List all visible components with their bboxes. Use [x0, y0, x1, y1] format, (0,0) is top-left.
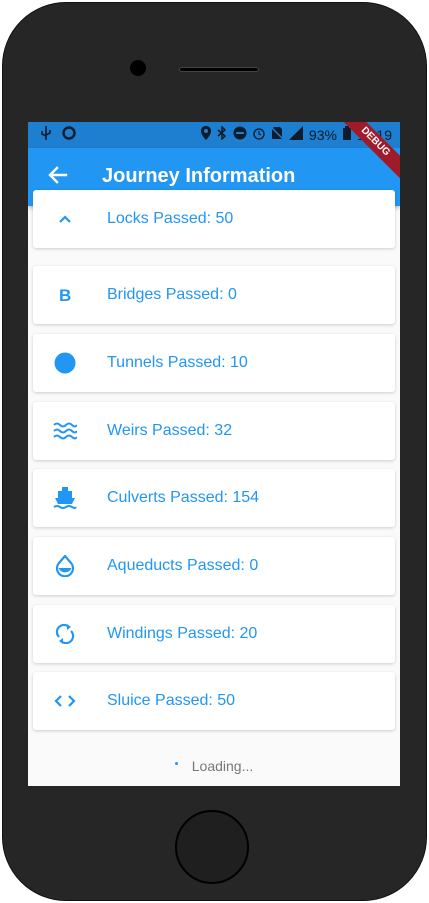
list-item-label: Culverts Passed: 154: [107, 489, 260, 506]
list-item-sluice[interactable]: Sluice Passed: 50: [33, 672, 395, 730]
no-sim-icon: [270, 126, 284, 143]
do-not-disturb-icon: [233, 126, 247, 143]
camera: [130, 60, 146, 76]
list-item-weirs[interactable]: Weirs Passed: 32: [33, 402, 395, 460]
status-bar: 93% 10:19: [28, 122, 400, 148]
list-item-bridges[interactable]: B Bridges Passed: 0: [33, 266, 395, 324]
screen: 93% 10:19 DEBUG Journey Information Lock…: [28, 122, 400, 786]
list-item-label: Weirs Passed: 32: [107, 422, 233, 439]
svg-text:B: B: [59, 286, 71, 304]
waves-icon: [53, 419, 77, 443]
list-item-culverts[interactable]: Culverts Passed: 154: [33, 469, 395, 527]
phone-frame: 93% 10:19 DEBUG Journey Information Lock…: [0, 0, 429, 903]
usb-icon: [40, 126, 52, 143]
location-icon: [200, 126, 211, 143]
water-drop-icon: [53, 554, 77, 578]
signal-icon: [288, 126, 303, 143]
record-icon: [62, 126, 76, 143]
bluetooth-icon: [217, 125, 227, 143]
list-item-label: Windings Passed: 20: [107, 625, 258, 642]
boat-icon: [53, 486, 77, 510]
bold-b-icon: B: [53, 283, 77, 307]
battery-percent: 93%: [308, 126, 337, 143]
list-item-label: Sluice Passed: 50: [107, 692, 236, 709]
list-item-label: Bridges Passed: 0: [107, 286, 237, 303]
list-item-tunnels[interactable]: Tunnels Passed: 10: [33, 334, 395, 392]
list-item-label: Aqueducts Passed: 0: [107, 557, 259, 574]
code-icon: [53, 689, 77, 713]
list-item-aqueducts[interactable]: Aqueducts Passed: 0: [33, 537, 395, 595]
loading-text: Loading...: [191, 758, 254, 774]
circle-icon: [53, 351, 77, 375]
list-item-windings[interactable]: Windings Passed: 20: [33, 605, 395, 663]
list-item-locks[interactable]: Locks Passed: 50: [33, 190, 395, 248]
list-item-label: Tunnels Passed: 10: [107, 354, 248, 371]
loading-indicator: Loading...: [28, 758, 400, 774]
speaker: [179, 67, 259, 72]
page-title: Journey Information: [102, 165, 296, 187]
spinner-icon: [174, 762, 178, 765]
alarm-icon: [253, 126, 265, 143]
home-button[interactable]: [175, 810, 249, 884]
back-arrow-icon[interactable]: [46, 163, 70, 187]
list-item-label: Locks Passed: 50: [107, 210, 234, 227]
chevron-up-icon: [53, 207, 77, 231]
sync-icon: [53, 622, 77, 646]
